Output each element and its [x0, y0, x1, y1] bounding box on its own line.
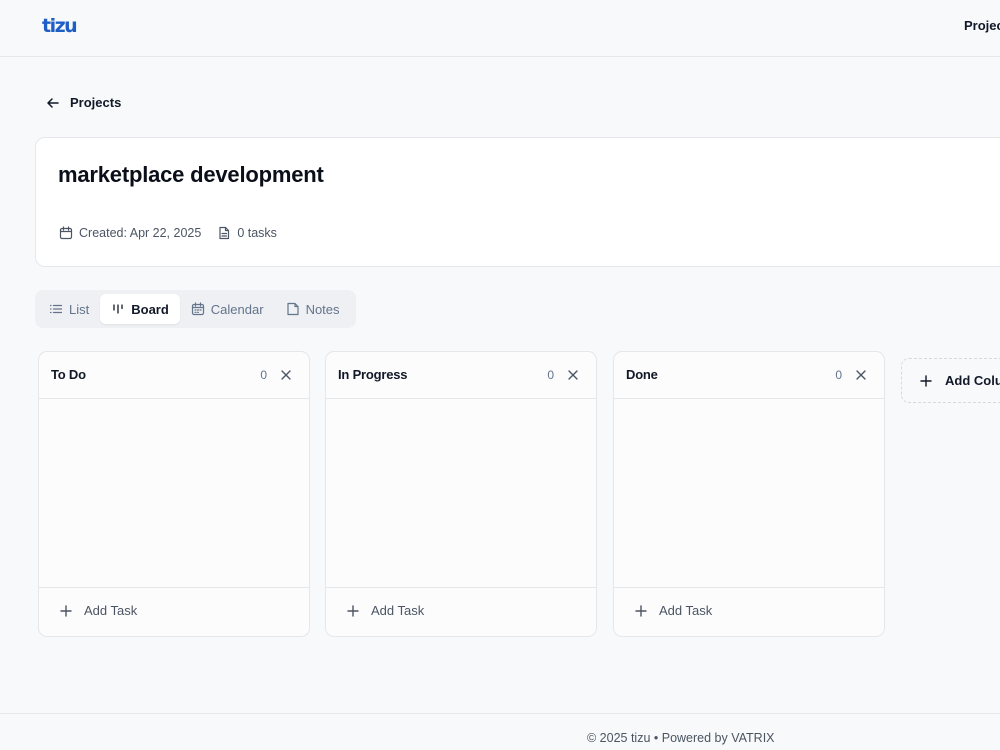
- tab-list[interactable]: List: [38, 294, 100, 324]
- add-task-label: Add Task: [659, 603, 713, 618]
- tizu-logo[interactable]: tizu: [42, 15, 78, 37]
- board-column-done: Done 0 Add Task: [613, 351, 885, 637]
- close-icon[interactable]: [566, 368, 580, 382]
- calendar-icon: [191, 302, 205, 316]
- nav-projects-link[interactable]: Projects: [964, 18, 1000, 33]
- plus-icon: [346, 604, 360, 618]
- add-task-button[interactable]: Add Task: [346, 603, 424, 618]
- column-footer: Add Task: [326, 587, 596, 636]
- column-task-count: 0: [835, 368, 842, 382]
- view-tabs: List Board Calendar Notes: [35, 290, 356, 328]
- column-drop-area[interactable]: [39, 399, 309, 588]
- add-column-button[interactable]: Add Column: [901, 358, 1000, 403]
- created-date: Created: Apr 22, 2025: [59, 226, 201, 240]
- column-header: Done 0: [614, 352, 884, 399]
- board-column-todo: To Do 0 Add Task: [38, 351, 310, 637]
- task-count-label: 0 tasks: [237, 226, 277, 240]
- tab-notes[interactable]: Notes: [275, 294, 351, 324]
- plus-icon: [59, 604, 73, 618]
- tab-board[interactable]: Board: [100, 294, 180, 324]
- back-link-label: Projects: [70, 95, 122, 110]
- column-footer: Add Task: [39, 587, 309, 636]
- column-footer: Add Task: [614, 587, 884, 636]
- tab-calendar-label: Calendar: [210, 301, 264, 317]
- page-footer: © 2025 tizu • Powered by VATRIX: [0, 713, 1000, 750]
- column-drop-area[interactable]: [326, 399, 596, 588]
- plus-icon: [634, 604, 648, 618]
- column-task-count: 0: [260, 368, 267, 382]
- close-icon[interactable]: [854, 368, 868, 382]
- board-column-in-progress: In Progress 0 Add Task: [325, 351, 597, 637]
- column-drop-area[interactable]: [614, 399, 884, 588]
- list-icon: [49, 302, 63, 316]
- project-title: marketplace development: [58, 162, 324, 187]
- tab-calendar[interactable]: Calendar: [180, 294, 275, 324]
- tab-board-label: Board: [131, 301, 169, 317]
- column-title: Done: [626, 367, 658, 382]
- created-date-label: Created: Apr 22, 2025: [79, 226, 202, 240]
- task-count: 0 tasks: [217, 226, 277, 240]
- top-bar: tizu Projects: [0, 0, 1000, 57]
- add-column-label: Add Column: [945, 373, 1000, 388]
- tab-list-label: List: [69, 301, 90, 317]
- plus-icon: [919, 374, 933, 388]
- arrow-left-icon: [46, 96, 60, 110]
- close-icon[interactable]: [279, 368, 293, 382]
- project-header-card: marketplace development Created: Apr 22,…: [35, 137, 1000, 267]
- add-task-label: Add Task: [371, 603, 425, 618]
- add-task-button[interactable]: Add Task: [634, 603, 712, 618]
- board-icon: [111, 302, 125, 316]
- add-task-button[interactable]: Add Task: [59, 603, 137, 618]
- column-title: In Progress: [338, 367, 408, 382]
- back-to-projects-link[interactable]: Projects: [46, 95, 121, 110]
- column-header: In Progress 0: [326, 352, 596, 399]
- tab-notes-label: Notes: [305, 301, 340, 317]
- footer-copyright: © 2025 tizu • Powered by VATRIX: [587, 731, 775, 745]
- column-task-count: 0: [547, 368, 554, 382]
- calendar-icon: [59, 226, 73, 240]
- column-title: To Do: [51, 367, 86, 382]
- column-header: To Do 0: [39, 352, 309, 399]
- add-task-label: Add Task: [84, 603, 138, 618]
- project-meta: Created: Apr 22, 2025 0 tasks: [59, 226, 277, 240]
- note-icon: [286, 302, 300, 316]
- document-icon: [217, 226, 231, 240]
